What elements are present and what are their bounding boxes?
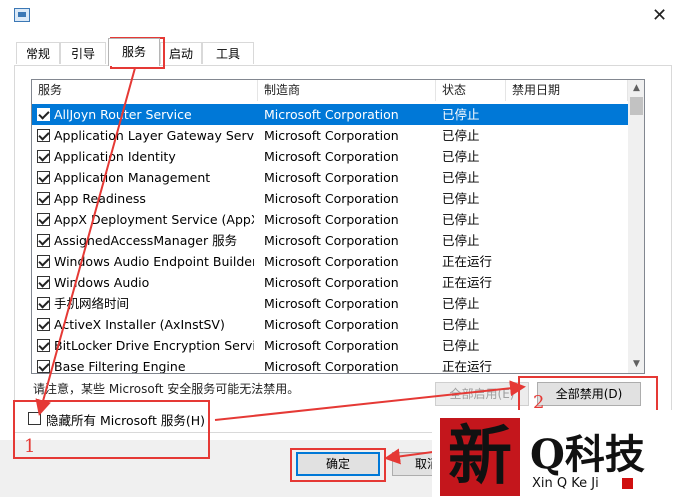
annotation-step-1: 1 xyxy=(24,436,36,457)
annotation-box-ok xyxy=(290,448,386,482)
annotation-box-hide-ms xyxy=(13,400,210,459)
tab-services[interactable]: 服务 xyxy=(108,38,160,66)
tab-label: 服务 xyxy=(121,45,146,59)
watermark-text: Q科技 xyxy=(530,431,645,478)
watermark-logo: 新 xyxy=(440,418,520,496)
watermark: 新 Q科技 Xin Q Ke Ji xyxy=(432,410,679,497)
watermark-square xyxy=(622,478,633,489)
watermark-subtitle: Xin Q Ke Ji xyxy=(532,476,599,491)
arrow-1 xyxy=(35,67,136,416)
